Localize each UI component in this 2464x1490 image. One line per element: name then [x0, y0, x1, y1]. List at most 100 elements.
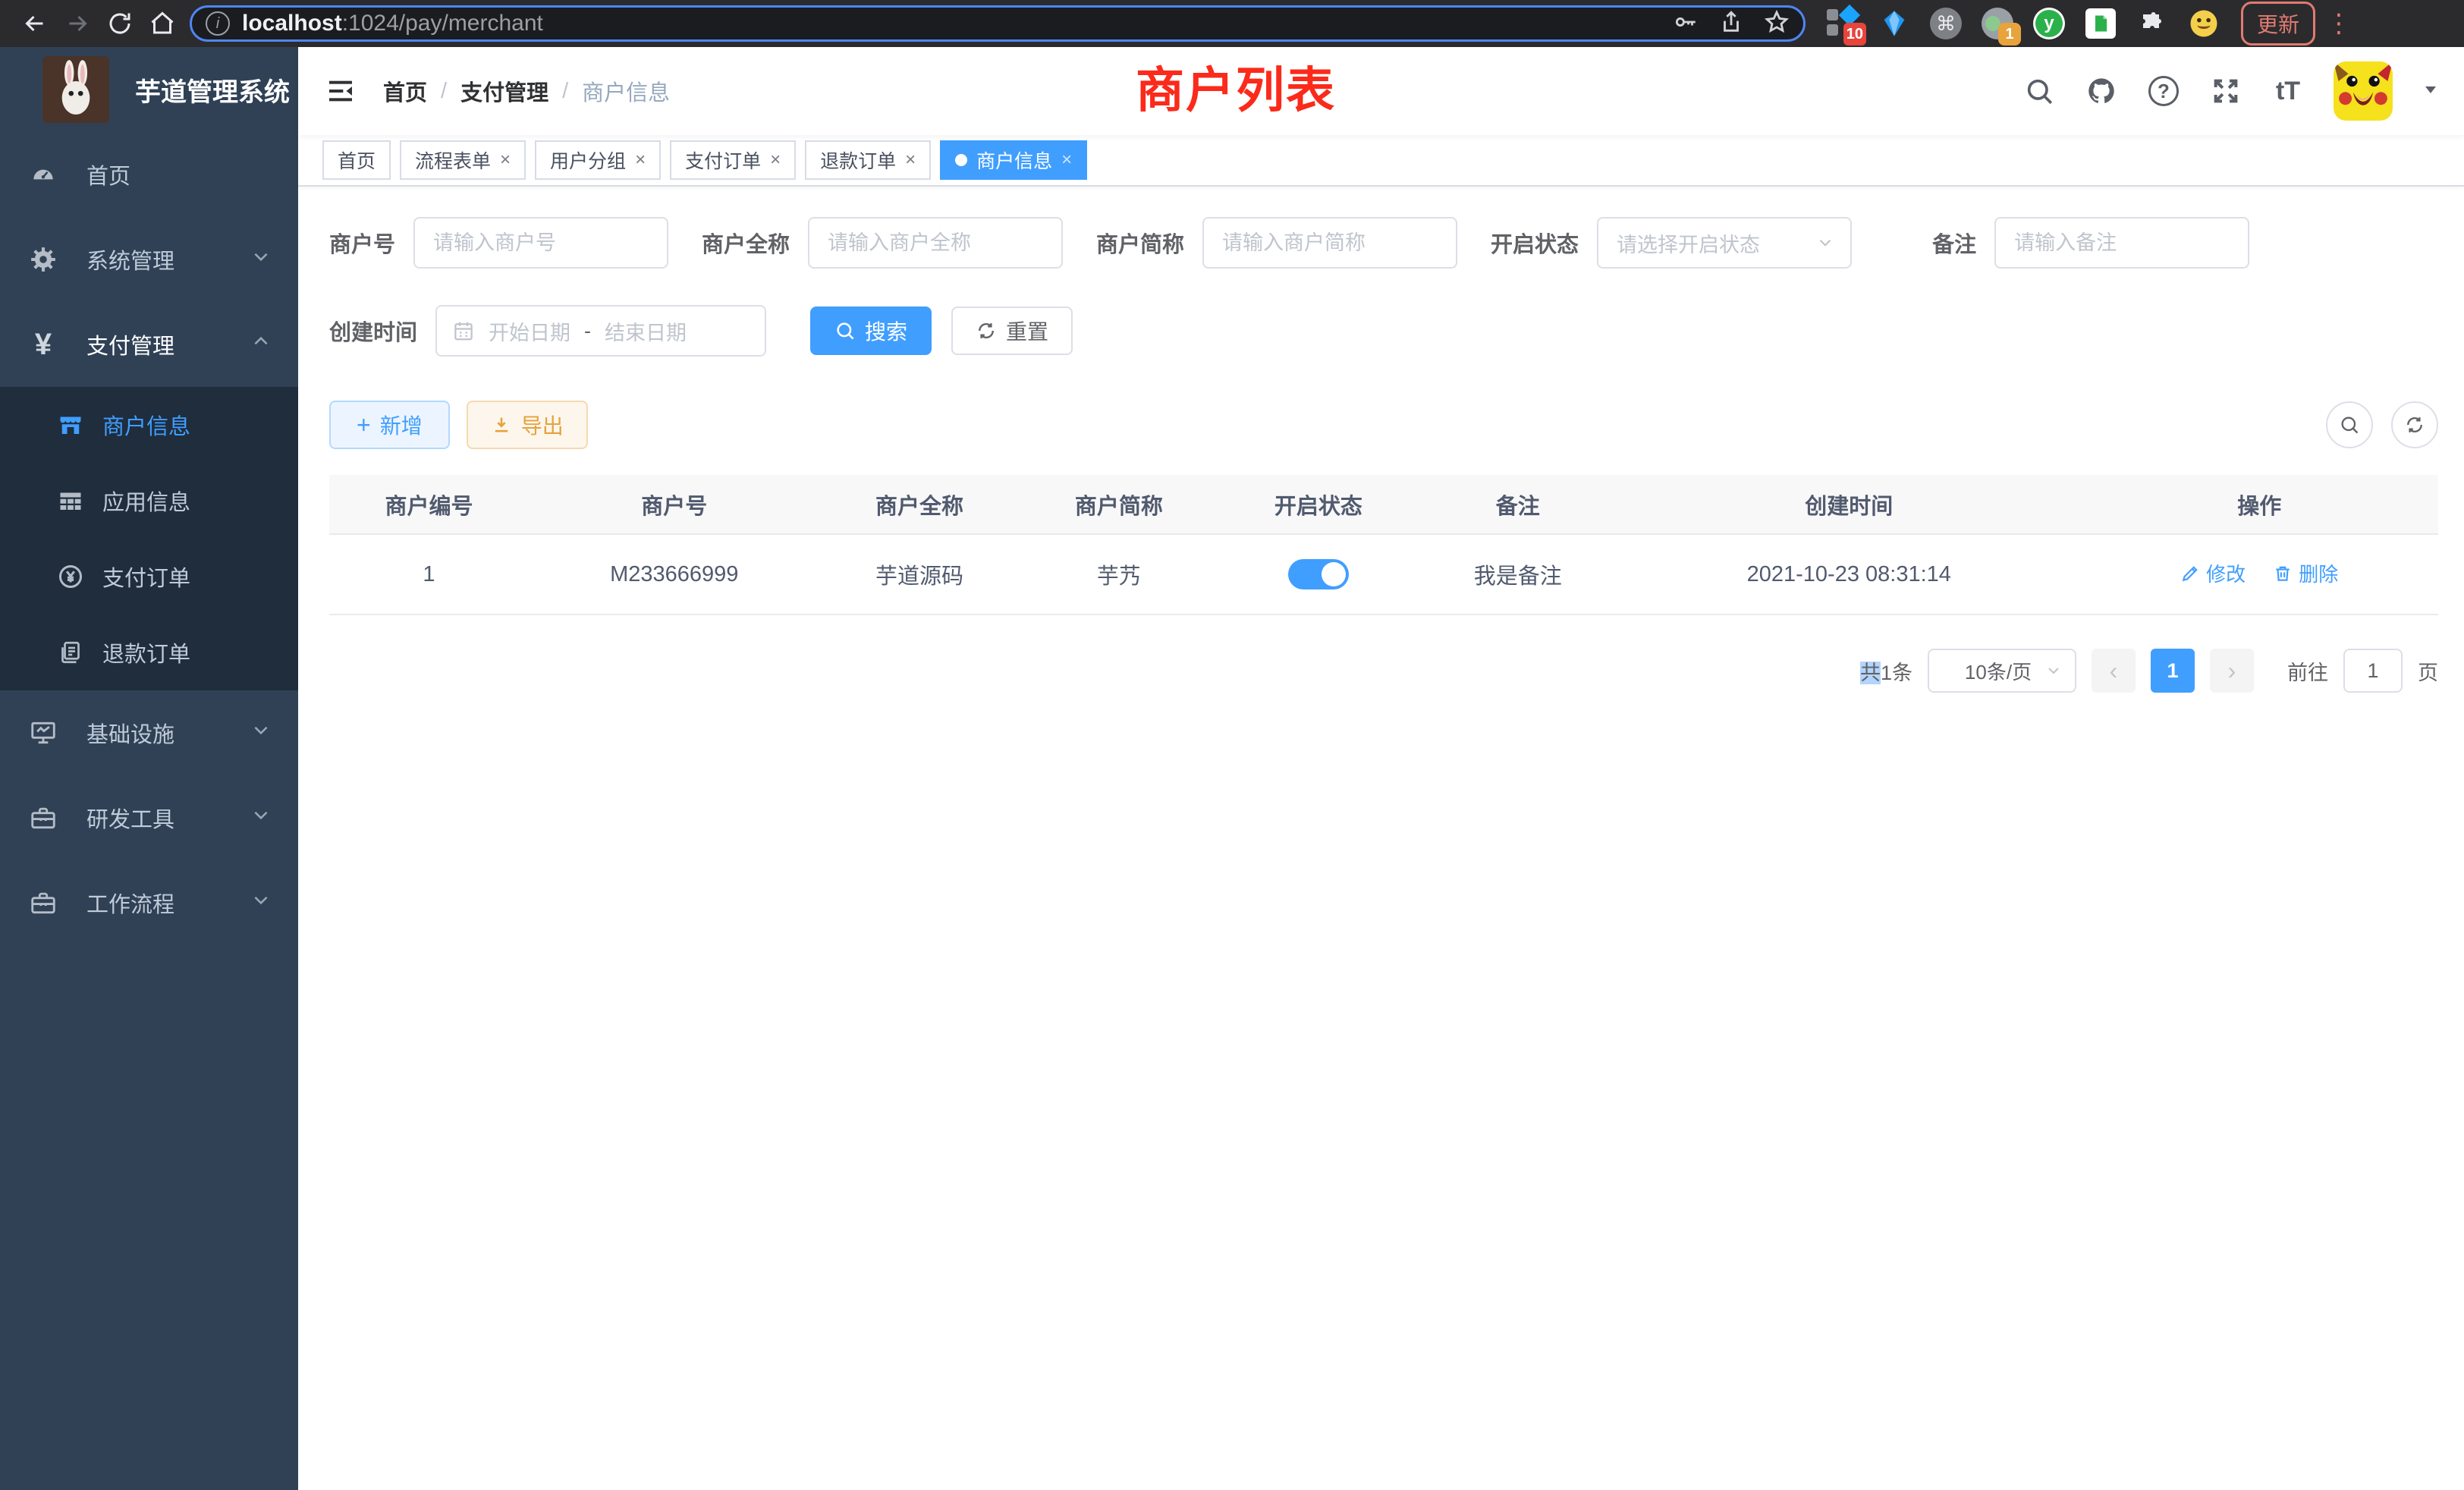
extension-badge-1: 1	[1998, 23, 2021, 46]
delete-button[interactable]: 删除	[2273, 559, 2338, 587]
sidebar-item-dev-tools[interactable]: 研发工具	[0, 775, 298, 860]
search-icon[interactable]	[2022, 74, 2056, 108]
browser-update-button[interactable]: 更新	[2241, 2, 2315, 46]
pagination-total: 共1条	[1860, 656, 1912, 686]
remark-input[interactable]	[1994, 217, 2249, 269]
extension-green-doc-icon[interactable]	[2083, 6, 2118, 41]
refresh-table-button[interactable]	[2391, 401, 2438, 448]
close-icon[interactable]: ×	[1061, 151, 1072, 169]
create-time-range-picker[interactable]: 开始日期 - 结束日期	[435, 305, 766, 357]
table-row: 1 M233666999 芋道源码 芋艿 我是备注 2021-10-23 08:…	[329, 534, 2438, 615]
tab-pay-order[interactable]: 支付订单 ×	[670, 140, 796, 180]
edit-button[interactable]: 修改	[2180, 559, 2246, 587]
col-short-name: 商户简称	[1019, 475, 1218, 534]
col-status: 开启状态	[1218, 475, 1418, 534]
yen-icon: ¥	[27, 328, 59, 360]
extension-gray-circle-icon[interactable]: 1	[1980, 6, 2015, 41]
annotation-merchant-list: 商户列表	[1136, 52, 1336, 121]
store-icon	[55, 410, 86, 440]
tags-view-bar: 首页 流程表单 × 用户分组 × 支付订单 × 退款订单 ×	[298, 135, 2464, 187]
short-name-input[interactable]	[1202, 217, 1457, 269]
tab-process-form[interactable]: 流程表单 ×	[400, 140, 526, 180]
chevron-down-icon	[251, 720, 271, 746]
goto-page-input[interactable]	[2343, 649, 2403, 693]
sidebar-item-payment[interactable]: ¥ 支付管理	[0, 302, 298, 387]
browser-forward-button[interactable]	[56, 2, 99, 45]
avatar[interactable]	[2334, 61, 2393, 121]
breadcrumb-current: 商户信息	[582, 75, 670, 107]
sidebar-item-system[interactable]: 系统管理	[0, 217, 298, 302]
export-button[interactable]: 导出	[467, 401, 588, 449]
extension-gem-icon[interactable]	[1877, 6, 1912, 41]
close-icon[interactable]: ×	[905, 151, 916, 169]
payment-submenu: 商户信息 应用信息 支付订单	[0, 387, 298, 690]
goto-label: 前往	[2287, 656, 2328, 686]
extension-blue-diamond-icon[interactable]: 10	[1825, 6, 1860, 41]
close-icon[interactable]: ×	[500, 151, 511, 169]
font-size-icon[interactable]: tT	[2271, 74, 2305, 108]
browser-menu-icon[interactable]: ⋮	[2326, 8, 2352, 39]
breadcrumb-payment[interactable]: 支付管理	[460, 75, 548, 107]
sidebar-logo-row[interactable]: 芋道管理系统	[0, 47, 298, 132]
next-page-button[interactable]: ›	[2210, 649, 2254, 693]
sidebar-item-merchant-info[interactable]: 商户信息	[0, 387, 298, 463]
bookmark-star-icon[interactable]	[1764, 9, 1790, 39]
sidebar-item-refund-order[interactable]: 退款订单	[0, 615, 298, 690]
tab-merchant-info[interactable]: 商户信息 ×	[940, 140, 1087, 180]
site-info-icon[interactable]: i	[206, 11, 230, 36]
extension-command-icon[interactable]: ⌘	[1928, 6, 1963, 41]
browser-back-button[interactable]	[14, 2, 56, 45]
sidebar-item-label: 首页	[86, 159, 130, 190]
page-size-select[interactable]: 10条/页	[1928, 649, 2076, 693]
extension-emoji-icon[interactable]	[2186, 6, 2221, 41]
merchant-table: 商户编号 商户号 商户全称 商户简称 开启状态 备注 创建时间 操作 1	[329, 475, 2438, 615]
merchant-no-input[interactable]	[413, 217, 668, 269]
chevron-down-icon	[251, 247, 271, 272]
close-icon[interactable]: ×	[635, 151, 646, 169]
breadcrumb: 首页 / 支付管理 / 商户信息	[383, 75, 670, 107]
address-bar[interactable]: i localhost:1024/pay/merchant	[190, 5, 1806, 42]
tab-user-group[interactable]: 用户分组 ×	[535, 140, 661, 180]
reset-button[interactable]: 重置	[951, 306, 1073, 355]
status-toggle[interactable]	[1288, 559, 1349, 589]
password-key-icon[interactable]	[1673, 9, 1699, 39]
sidebar-fold-icon[interactable]	[322, 73, 359, 109]
full-name-input[interactable]	[808, 217, 1063, 269]
help-icon[interactable]: ?	[2147, 74, 2180, 108]
sidebar-item-home[interactable]: 首页	[0, 132, 298, 217]
sidebar-item-infrastructure[interactable]: 基础设施	[0, 690, 298, 775]
extension-puzzle-icon[interactable]	[2135, 6, 2170, 41]
breadcrumb-home[interactable]: 首页	[383, 75, 427, 107]
refresh-icon	[2404, 414, 2425, 435]
browser-reload-button[interactable]	[99, 2, 141, 45]
tab-home[interactable]: 首页	[322, 140, 391, 180]
trash-icon	[2273, 564, 2293, 583]
cell-actions: 修改 删除	[2080, 534, 2438, 615]
url-host: localhost	[242, 11, 342, 36]
sidebar-item-label: 支付订单	[102, 561, 190, 593]
toggle-search-button[interactable]	[2326, 401, 2373, 448]
short-name-label: 商户简称	[1096, 227, 1184, 259]
extension-y-icon[interactable]: y	[2032, 6, 2066, 41]
tab-refund-order[interactable]: 退款订单 ×	[805, 140, 931, 180]
sidebar-item-pay-order[interactable]: 支付订单	[0, 539, 298, 615]
github-icon[interactable]	[2085, 74, 2118, 108]
caret-down-icon[interactable]	[2422, 80, 2440, 102]
fullscreen-icon[interactable]	[2209, 74, 2242, 108]
prev-page-button[interactable]: ‹	[2092, 649, 2136, 693]
share-icon[interactable]	[1718, 9, 1744, 39]
page-1-button[interactable]: 1	[2151, 649, 2195, 693]
plus-icon: +	[357, 413, 371, 437]
toolbox-icon	[27, 887, 59, 919]
browser-home-button[interactable]	[141, 2, 184, 45]
sidebar-item-app-info[interactable]: 应用信息	[0, 463, 298, 539]
search-button[interactable]: 搜索	[810, 306, 932, 355]
refresh-icon	[976, 320, 997, 341]
grid-icon	[55, 486, 86, 516]
close-icon[interactable]: ×	[770, 151, 781, 169]
add-button[interactable]: + 新增	[329, 401, 450, 449]
screen: i localhost:1024/pay/merchant 10	[0, 0, 2464, 1490]
sidebar-item-workflow[interactable]: 工作流程	[0, 860, 298, 945]
url-path: :1024/pay/merchant	[342, 11, 543, 36]
status-select[interactable]: 请选择开启状态	[1597, 217, 1852, 269]
